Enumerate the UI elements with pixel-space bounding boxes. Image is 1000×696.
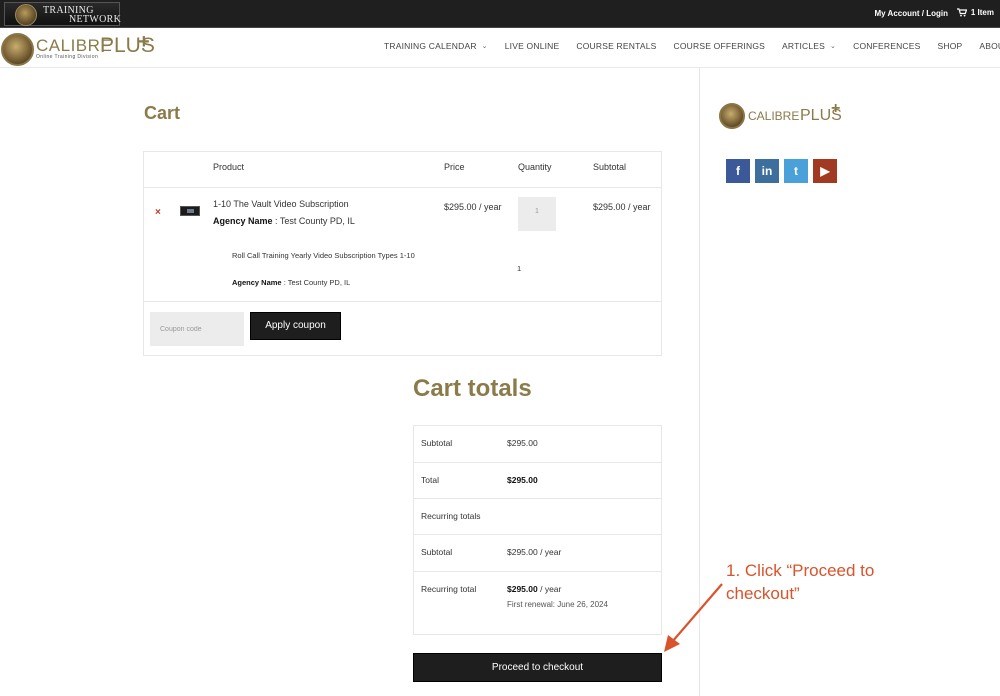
social-links: f in t ▶ — [726, 159, 837, 183]
main-header: CALIBRE PLUS + Online Training Division … — [0, 28, 1000, 68]
chevron-down-icon: ⌄ — [830, 43, 837, 50]
annotation-line1: 1. Click “Proceed to — [726, 561, 875, 580]
totals-value: $295.00 — [507, 475, 538, 485]
header-product: Product — [213, 162, 245, 172]
header-price: Price — [444, 162, 465, 172]
logo-text-line2: NETWORK — [69, 14, 122, 25]
training-network-logo[interactable]: TRAINING NETWORK — [4, 2, 122, 26]
remove-item-icon[interactable]: × — [155, 207, 161, 218]
annotation-line2: checkout” — [726, 584, 800, 603]
twitter-icon[interactable]: t — [784, 159, 808, 183]
product-subtotal: $295.00 / year — [593, 202, 651, 212]
main-nav: TRAINING CALENDAR ⌄ LIVE ONLINE COURSE RE… — [384, 41, 1000, 51]
totals-value: $295.00 / year — [507, 547, 562, 557]
quantity-input[interactable]: 1 — [518, 197, 556, 231]
calibre-badge-icon — [719, 103, 745, 129]
bundled-item-name: Roll Call Training Yearly Video Subscrip… — [232, 251, 415, 260]
header-subtotal: Subtotal — [593, 162, 627, 172]
header-quantity: Quantity — [518, 162, 552, 172]
youtube-icon[interactable]: ▶ — [813, 159, 837, 183]
badge-icon — [15, 4, 37, 26]
totals-row-subtotal: Subtotal $295.00 — [414, 426, 661, 463]
instruction-annotation: 1. Click “Proceed to checkout” — [726, 559, 926, 605]
divider — [144, 301, 661, 302]
account-login-link[interactable]: My Account / Login — [875, 9, 948, 18]
product-price: $295.00 / year — [444, 202, 502, 212]
totals-row-recurring-header: Recurring totals — [414, 499, 661, 535]
product-thumbnail[interactable] — [180, 206, 200, 216]
plus-cross-icon: + — [138, 31, 150, 53]
bundled-item-quantity: 1 — [517, 264, 522, 273]
cart-count: 1 Item — [970, 8, 994, 17]
shopping-cart-icon — [956, 8, 967, 17]
cart-table: Product Price Quantity Subtotal × 1-10 T… — [143, 151, 662, 356]
plus-cross-icon: + — [831, 100, 841, 117]
product-name-link[interactable]: 1-10 The Vault Video Subscription — [213, 199, 349, 209]
sidebar-calibre-logo[interactable]: CALIBRE PLUS + — [718, 100, 848, 133]
coupon-code-input[interactable] — [150, 312, 244, 346]
sidebar-logo-word: CALIBRE — [748, 109, 800, 123]
facebook-icon[interactable]: f — [726, 159, 750, 183]
logo-subtitle: Online Training Division — [36, 54, 99, 60]
proceed-to-checkout-button[interactable]: Proceed to checkout — [413, 653, 662, 682]
nav-item-live-online[interactable]: LIVE ONLINE — [505, 41, 560, 51]
cart-totals-title: Cart totals — [413, 375, 532, 402]
cart-totals-table: Subtotal $295.00 Total $295.00 Recurring… — [413, 425, 662, 635]
annotation-arrow-icon — [664, 583, 723, 652]
nav-item-articles[interactable]: ARTICLES ⌄ — [782, 41, 836, 51]
totals-label: Subtotal — [421, 547, 453, 557]
totals-row-total: Total $295.00 — [414, 463, 661, 499]
totals-label: Recurring totals — [421, 511, 481, 521]
totals-value: $295.00 — [507, 438, 538, 448]
bundled-item-agency: Agency Name : Test County PD, IL — [232, 278, 351, 287]
product-agency: Agency Name : Test County PD, IL — [213, 216, 355, 226]
apply-coupon-button[interactable]: Apply coupon — [250, 312, 341, 340]
chevron-down-icon: ⌄ — [481, 43, 488, 50]
top-bar: TRAINING NETWORK My Account / Login 1 It… — [0, 0, 1000, 28]
page-title: Cart — [144, 103, 181, 123]
first-renewal-date: First renewal: June 26, 2024 — [507, 600, 608, 609]
header-cart-link[interactable]: 1 Item — [956, 8, 994, 17]
calibre-badge-icon — [1, 33, 34, 66]
nav-item-conferences[interactable]: CONFERENCES — [853, 41, 920, 51]
totals-value: $295.00 / year — [507, 584, 562, 594]
nav-item-course-offerings[interactable]: COURSE OFFERINGS — [674, 41, 766, 51]
totals-label: Subtotal — [421, 438, 453, 448]
totals-row-recurring-subtotal: Subtotal $295.00 / year — [414, 535, 661, 572]
linkedin-icon[interactable]: in — [755, 159, 779, 183]
nav-item-shop[interactable]: SHOP — [937, 41, 962, 51]
nav-item-course-rentals[interactable]: COURSE RENTALS — [576, 41, 656, 51]
nav-item-about-us[interactable]: ABOUT US⌄ — [979, 41, 1000, 51]
totals-label: Total — [421, 475, 439, 485]
totals-label: Recurring total — [421, 584, 477, 594]
nav-item-training-calendar[interactable]: TRAINING CALENDAR ⌄ — [384, 41, 488, 51]
divider — [144, 187, 661, 188]
totals-row-recurring-total: Recurring total $295.00 / year First ren… — [414, 572, 661, 634]
calibre-plus-logo[interactable]: CALIBRE PLUS + Online Training Division — [0, 31, 160, 67]
